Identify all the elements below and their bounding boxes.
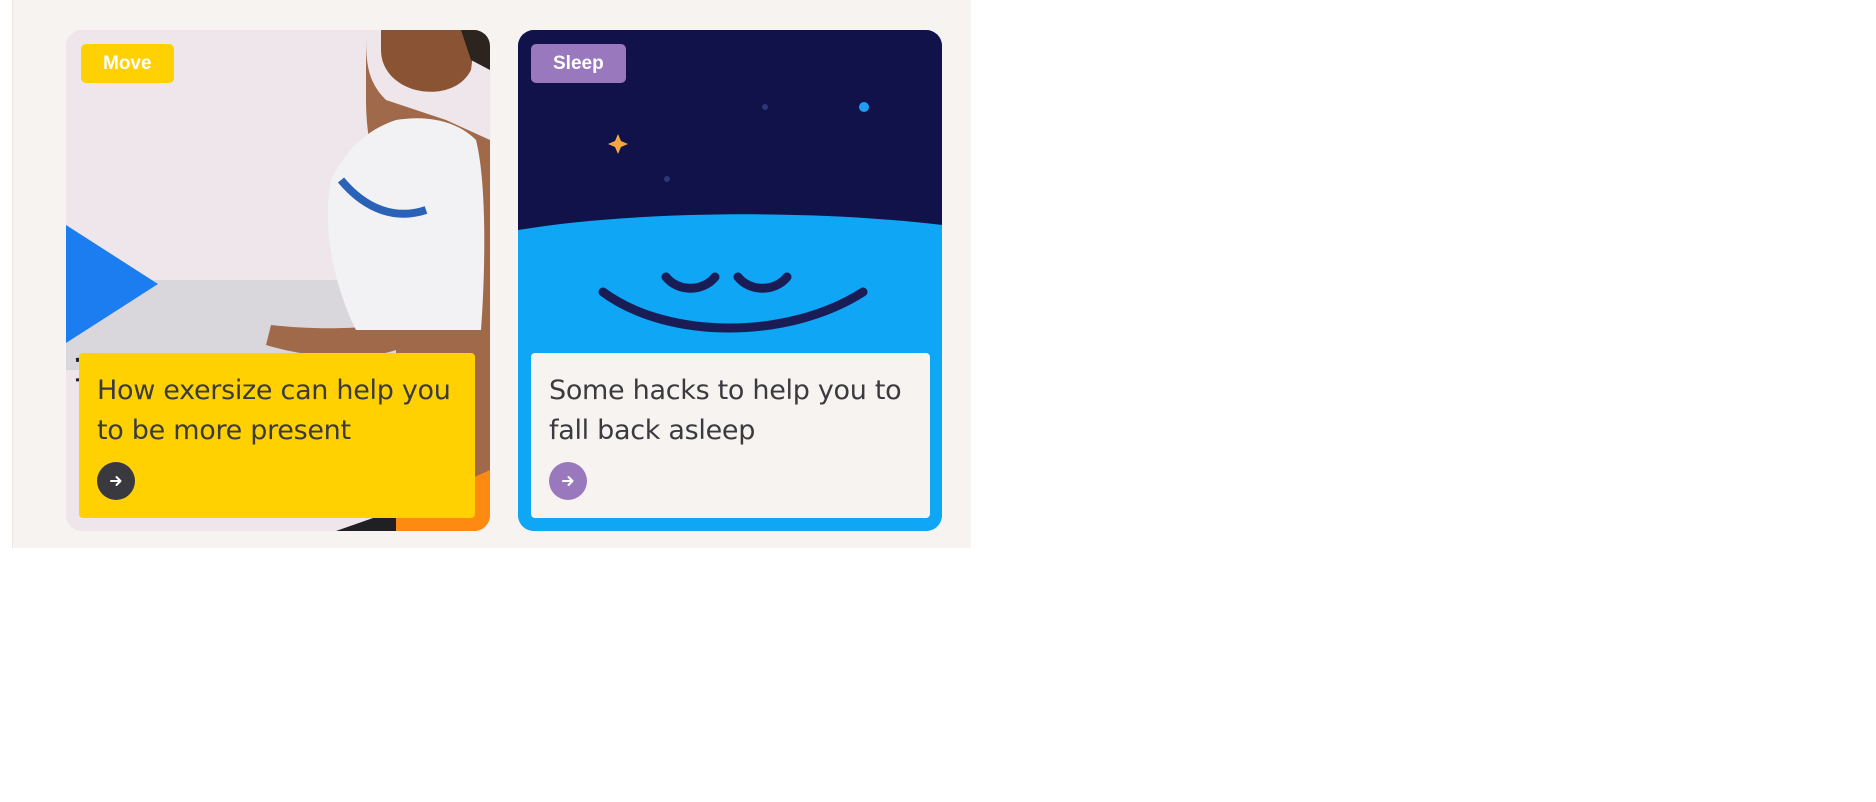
- content-panel: Move How exersize can help you to be mor…: [12, 0, 971, 548]
- card-title[interactable]: How exersize can help you to be more pre…: [97, 371, 457, 451]
- card-text-box: Some hacks to help you to fall back asle…: [531, 353, 930, 518]
- open-article-button[interactable]: [97, 462, 135, 500]
- article-card-sleep[interactable]: Sleep Some hacks to help you to fall bac…: [518, 30, 942, 531]
- open-article-button[interactable]: [549, 462, 587, 500]
- category-tag[interactable]: Move: [81, 44, 174, 83]
- card-title[interactable]: Some hacks to help you to fall back asle…: [549, 371, 912, 451]
- arrow-right-icon: [110, 476, 122, 486]
- article-card-move[interactable]: Move How exersize can help you to be mor…: [66, 30, 490, 531]
- category-tag[interactable]: Sleep: [531, 44, 626, 83]
- arrow-right-icon: [562, 476, 574, 486]
- card-text-box: How exersize can help you to be more pre…: [79, 353, 475, 518]
